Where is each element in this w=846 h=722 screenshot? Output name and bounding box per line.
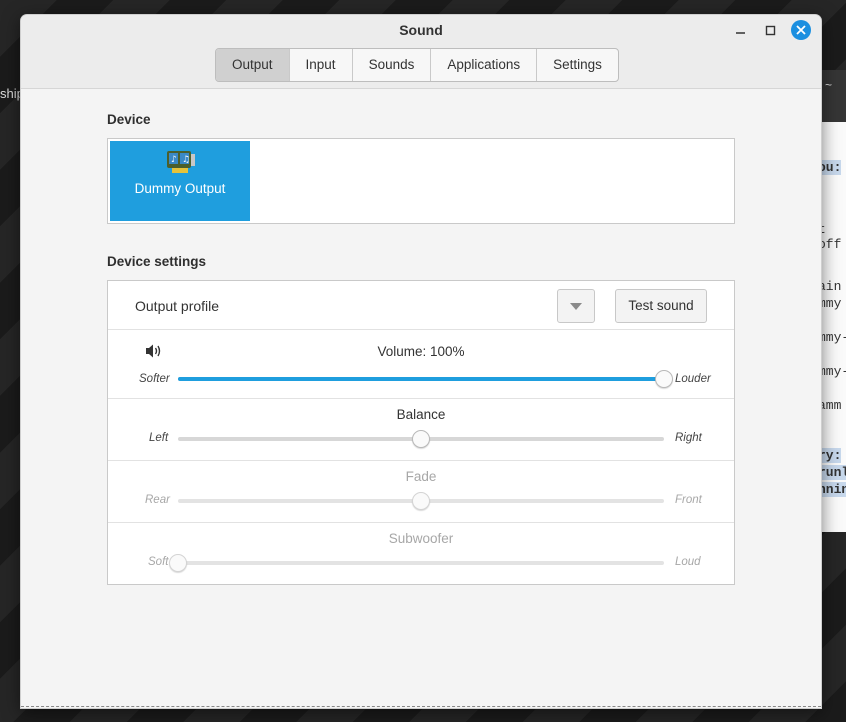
window-bottom-edge: [21, 706, 821, 707]
device-settings-label: Device settings: [107, 254, 207, 269]
close-icon: [796, 25, 806, 35]
minimize-icon: [736, 32, 745, 34]
subwoofer-slider: [169, 554, 664, 572]
test-sound-button[interactable]: Test sound: [615, 289, 707, 323]
terminal-line: mmy-: [818, 364, 846, 379]
terminal-line: amm: [818, 398, 842, 413]
subwoofer-row: Subwoofer Soft Loud: [108, 523, 734, 584]
titlebar: Sound Output Input Sounds Applications S…: [21, 15, 821, 89]
volume-row: Volume: 100% Softer Louder: [108, 330, 734, 399]
tab-input[interactable]: Input: [290, 49, 353, 81]
subwoofer-label: Subwoofer: [388, 531, 454, 546]
device-settings-panel: Output profile Test sound Volume: 100% S…: [107, 280, 735, 585]
output-profile-label: Output profile: [135, 298, 220, 314]
output-profile-dropdown[interactable]: [557, 289, 595, 323]
terminal-line: ry:: [818, 448, 842, 463]
minimize-button[interactable]: [730, 20, 752, 42]
balance-left-label: Left: [149, 432, 169, 444]
tab-sounds[interactable]: Sounds: [353, 49, 432, 81]
balance-row: Balance Left Right: [108, 399, 734, 461]
volume-min-label: Softer: [139, 373, 170, 385]
device-dummy-output[interactable]: ♪ ♫ Dummy Output: [110, 141, 250, 221]
sound-card-icon: ♪ ♫: [167, 151, 195, 173]
svg-text:♪: ♪: [171, 155, 177, 165]
volume-label: Volume: 100%: [377, 344, 465, 359]
balance-slider[interactable]: [178, 430, 664, 448]
device-section-label: Device: [107, 112, 151, 127]
device-label: Dummy Output: [134, 181, 226, 196]
subwoofer-slider-handle: [169, 554, 187, 572]
device-list: ♪ ♫ Dummy Output: [107, 138, 735, 224]
fade-front-label: Front: [675, 494, 702, 506]
terminal-line: off: [818, 237, 842, 252]
window-title: Sound: [399, 22, 443, 38]
terminal-line: runl: [818, 465, 846, 480]
subwoofer-min-label: Soft: [148, 556, 169, 568]
fade-label: Fade: [405, 469, 437, 484]
close-button[interactable]: [791, 20, 811, 40]
volume-slider-handle[interactable]: [655, 370, 673, 388]
terminal-line: mmy: [818, 296, 842, 311]
subwoofer-max-label: Loud: [675, 556, 701, 568]
sound-window: Sound Output Input Sounds Applications S…: [21, 15, 821, 708]
fade-rear-label: Rear: [145, 494, 170, 506]
maximize-icon: [765, 25, 776, 36]
terminal-line: ain: [818, 279, 842, 294]
terminal-line: mmy-: [818, 330, 846, 345]
svg-text:♫: ♫: [182, 155, 190, 165]
fade-slider-handle: [412, 492, 430, 510]
fade-row: Fade Rear Front: [108, 461, 734, 523]
volume-slider[interactable]: [178, 370, 673, 388]
volume-slider-fill: [178, 377, 664, 381]
volume-max-label: Louder: [675, 373, 711, 385]
terminal-line: nnin: [818, 482, 846, 497]
balance-slider-handle[interactable]: [412, 430, 430, 448]
tab-applications[interactable]: Applications: [431, 49, 538, 81]
balance-label: Balance: [396, 407, 446, 422]
balance-right-label: Right: [675, 432, 702, 444]
tab-settings[interactable]: Settings: [537, 49, 618, 81]
terminal-line: ou:: [818, 160, 842, 175]
tab-bar: Output Input Sounds Applications Setting…: [215, 48, 619, 82]
fade-slider: [178, 492, 664, 510]
maximize-button[interactable]: [760, 20, 782, 42]
output-profile-row: Output profile Test sound: [108, 281, 734, 330]
tab-output[interactable]: Output: [216, 49, 290, 81]
